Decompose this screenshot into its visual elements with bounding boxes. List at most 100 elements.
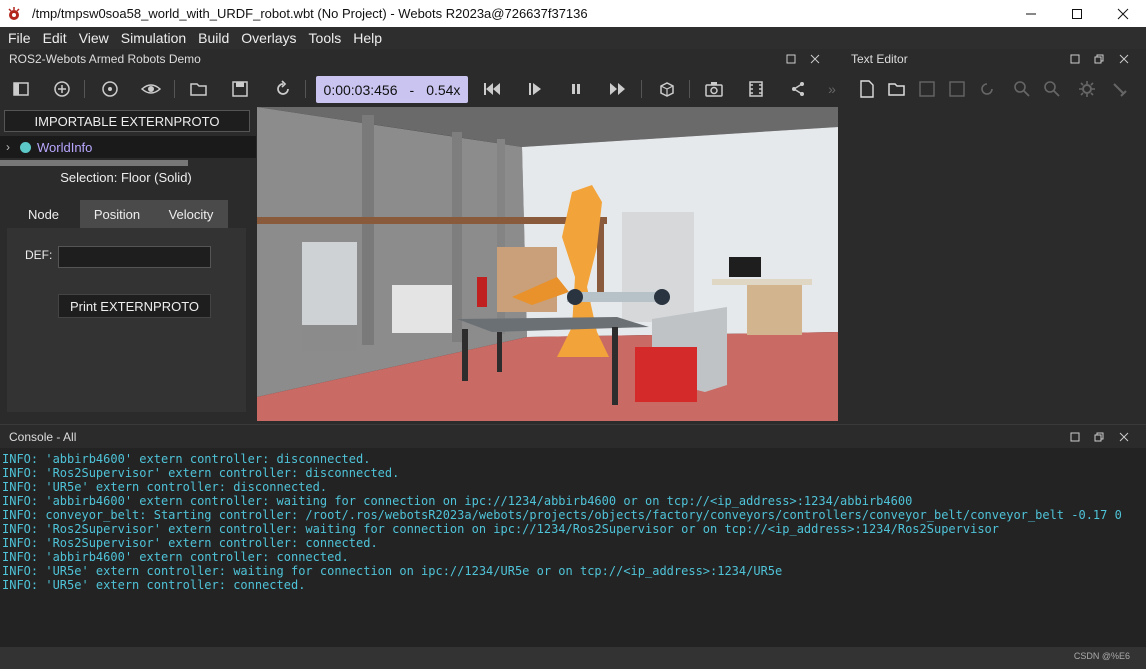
simulation-speed: 0.54x [426, 81, 461, 98]
find-button[interactable] [1010, 78, 1034, 100]
simulation-time: 0:00:03:456 [323, 81, 398, 98]
gear-icon [1079, 81, 1095, 97]
text-editor-area[interactable] [845, 106, 1146, 424]
sim-dock-float-button[interactable] [784, 52, 798, 66]
scene-tree-item-worldinfo[interactable]: › WorldInfo [0, 136, 256, 158]
open-world-button[interactable] [187, 78, 211, 100]
toolbar-separator [174, 80, 175, 98]
save-world-button[interactable] [228, 78, 252, 100]
status-bar: CSDN @%E6 [0, 647, 1146, 669]
share-button[interactable] [786, 78, 810, 100]
rendering-button[interactable] [655, 78, 679, 100]
clean-button[interactable] [1107, 78, 1131, 100]
simulation-time-display: 0:00:03:456 - 0.54x [316, 76, 468, 103]
step-button[interactable] [523, 78, 547, 100]
close-button[interactable] [1100, 0, 1146, 27]
fast-forward-button[interactable] [606, 78, 630, 100]
console-output[interactable]: INFO: 'abbirb4600' extern controller: di… [0, 448, 1146, 647]
menu-file[interactable]: File [4, 30, 35, 46]
minimize-icon [1026, 13, 1036, 14]
save-as-button[interactable] [945, 78, 969, 100]
editor-dock-close-button[interactable] [1117, 52, 1131, 66]
chevron-right-icon[interactable]: › [0, 140, 16, 154]
reset-simulation-button[interactable] [480, 78, 504, 100]
menu-edit[interactable]: Edit [39, 30, 71, 46]
reset-view-button[interactable] [98, 78, 122, 100]
toolbar-overflow-button[interactable]: » [820, 78, 844, 100]
build-button[interactable] [1075, 78, 1099, 100]
close-icon [1117, 8, 1129, 19]
menu-tools[interactable]: Tools [305, 30, 346, 46]
print-externproto-button[interactable]: Print EXTERNPROTO [58, 294, 211, 318]
camera-icon [705, 82, 723, 97]
screenshot-button[interactable] [702, 78, 726, 100]
field-editor-tabs: Node Position Velocity [7, 200, 246, 228]
console-float-button[interactable] [1068, 430, 1082, 444]
minimize-button[interactable] [1008, 0, 1054, 27]
editor-dock-maximize-button[interactable] [1092, 52, 1106, 66]
console-close-button[interactable] [1117, 430, 1131, 444]
new-file-icon [860, 80, 874, 98]
reload-icon [981, 83, 993, 95]
folder-open-icon [888, 83, 905, 96]
menu-help[interactable]: Help [349, 30, 386, 46]
tab-node[interactable]: Node [7, 200, 80, 228]
search-next-icon [1044, 81, 1060, 97]
def-input[interactable] [58, 246, 211, 268]
tab-velocity[interactable]: Velocity [154, 200, 228, 228]
cube-icon [660, 82, 674, 97]
save-file-button[interactable] [915, 78, 939, 100]
reload-world-button[interactable] [271, 78, 295, 100]
menu-view[interactable]: View [75, 30, 113, 46]
menu-simulation[interactable]: Simulation [117, 30, 190, 46]
skip-back-icon [484, 83, 500, 95]
console-line: INFO: 'Ros2Supervisor' extern controller… [2, 536, 378, 550]
scene-tree-scrollbar[interactable] [0, 160, 188, 166]
menu-overlays[interactable]: Overlays [237, 30, 300, 46]
hide-scene-tree-button[interactable] [9, 78, 33, 100]
3d-scene-render [257, 107, 838, 421]
add-node-button[interactable] [50, 78, 74, 100]
3d-viewport[interactable] [257, 107, 838, 421]
record-movie-button[interactable] [744, 78, 768, 100]
def-label: DEF: [25, 248, 53, 262]
console-line: INFO: 'Ros2Supervisor' extern controller… [2, 466, 400, 480]
editor-toolbar [845, 72, 1146, 106]
step-icon [529, 83, 541, 95]
revert-file-button[interactable] [975, 78, 999, 100]
find-next-button[interactable] [1040, 78, 1064, 100]
reload-icon [277, 80, 289, 95]
watermark: CSDN @%E6 [1073, 651, 1130, 661]
node-tab-body: DEF: Print EXTERNPROTO [7, 228, 246, 412]
menu-build[interactable]: Build [194, 30, 233, 46]
maximize-button[interactable] [1054, 0, 1100, 27]
maximize-icon [1072, 8, 1082, 19]
save-icon [919, 81, 935, 97]
toggle-visibility-button[interactable] [139, 78, 163, 100]
film-icon [749, 81, 763, 97]
broom-icon [1113, 83, 1127, 97]
importable-externproto-button[interactable]: IMPORTABLE EXTERNPROTO [4, 110, 250, 132]
editor-dock-float-button[interactable] [1068, 52, 1082, 66]
console-maximize-button[interactable] [1092, 430, 1106, 444]
node-icon [20, 141, 31, 153]
sim-dock-close-button[interactable] [808, 52, 822, 66]
sim-dock-title: ROS2-Webots Armed Robots Demo [9, 52, 201, 66]
pause-button[interactable] [564, 78, 588, 100]
scene-tree-panel: IMPORTABLE EXTERNPROTO › WorldInfo Selec… [0, 106, 256, 424]
close-icon [810, 54, 820, 64]
share-icon [792, 82, 804, 96]
close-icon [1119, 432, 1129, 442]
new-file-button[interactable] [855, 78, 879, 100]
tab-position[interactable]: Position [80, 200, 154, 228]
scene-tree-item-label: WorldInfo [37, 139, 93, 155]
search-icon [1014, 81, 1030, 97]
console-header: Console - All [0, 424, 1146, 448]
open-file-button[interactable] [885, 78, 909, 100]
console-line: INFO: 'UR5e' extern controller: disconne… [2, 480, 328, 494]
eye-icon [141, 84, 161, 94]
save-icon [232, 81, 248, 97]
console-line: INFO: 'abbirb4600' extern controller: di… [2, 452, 371, 466]
console-line: INFO: 'UR5e' extern controller: waiting … [2, 564, 783, 578]
toolbar-separator [305, 80, 306, 98]
